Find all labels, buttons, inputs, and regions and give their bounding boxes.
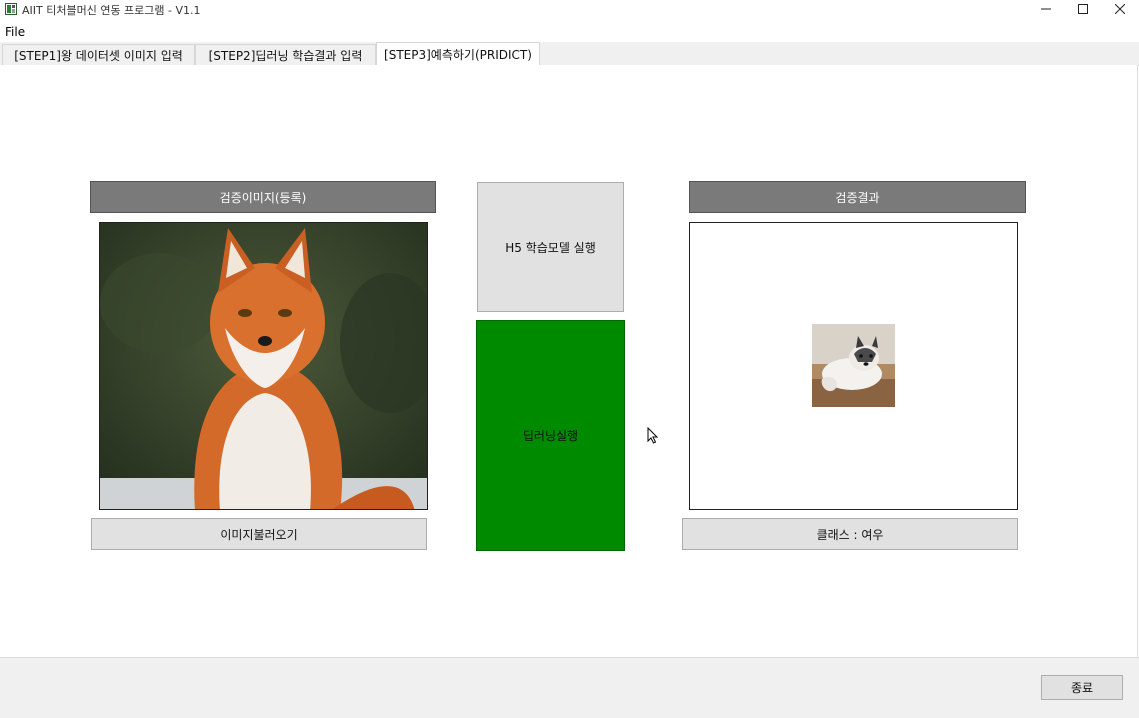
arctic-fox-photo-icon <box>812 324 895 407</box>
maximize-button[interactable] <box>1064 0 1102 18</box>
deep-learning-run-button[interactable]: 딥러닝실행 <box>476 320 625 551</box>
tab-step1[interactable]: [STEP1]왕 데이터셋 이미지 입력 <box>2 44 195 65</box>
close-icon <box>1115 4 1125 14</box>
app-icon <box>5 3 17 15</box>
load-image-button[interactable]: 이미지불러오기 <box>91 518 427 550</box>
footer-area: 종료 <box>0 657 1139 718</box>
menu-file[interactable]: File <box>5 25 25 39</box>
maximize-icon <box>1078 4 1088 14</box>
tab-step2[interactable]: [STEP2]딥러닝 학습결과 입력 <box>195 44 376 65</box>
predict-panel: 검증이미지(등록) 이미지불러오기 H5 학습모델 실행 딥러닝실행 검증결과 … <box>0 65 1138 657</box>
window-title: AIIT 티처블머신 연동 프로그램 - V1.1 <box>22 4 201 17</box>
title-bar: AIIT 티처블머신 연동 프로그램 - V1.1 <box>0 0 1139 20</box>
mouse-cursor-icon <box>647 427 659 444</box>
tab-strip: [STEP1]왕 데이터셋 이미지 입력 [STEP2]딥러닝 학습결과 입력 … <box>0 42 1139 66</box>
verify-image-box <box>99 222 428 510</box>
exit-button[interactable]: 종료 <box>1041 675 1123 700</box>
result-image-box <box>689 222 1018 510</box>
app-window: AIIT 티처블머신 연동 프로그램 - V1.1 File [STEP1]왕 … <box>0 0 1139 718</box>
class-result-button[interactable]: 클래스 : 여우 <box>682 518 1018 550</box>
verify-image-header: 검증이미지(등록) <box>90 181 436 213</box>
close-button[interactable] <box>1101 0 1139 18</box>
minimize-icon <box>1041 8 1051 10</box>
menu-bar: File <box>0 22 1139 42</box>
minimize-button[interactable] <box>1027 0 1065 18</box>
run-h5-model-button[interactable]: H5 학습모델 실행 <box>477 182 624 312</box>
verify-result-header: 검증결과 <box>689 181 1026 213</box>
red-fox-photo-icon <box>100 223 427 509</box>
tab-step3[interactable]: [STEP3]예측하기(PRIDICT) <box>376 42 540 66</box>
